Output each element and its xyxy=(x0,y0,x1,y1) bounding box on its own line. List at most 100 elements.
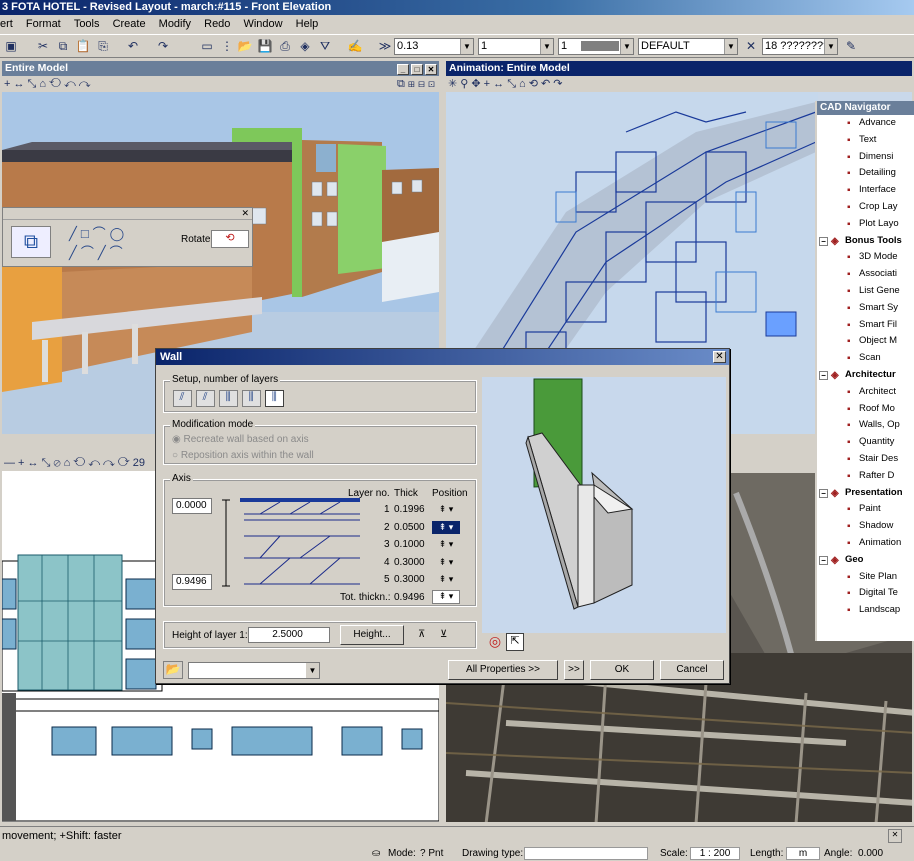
rotate-icon[interactable]: ⟲ xyxy=(211,230,249,248)
navigator-item[interactable]: ▪ Advance xyxy=(817,115,914,132)
navigator-item[interactable]: ▪ Quantity xyxy=(817,434,914,451)
print-icon[interactable]: ⎙ xyxy=(276,38,294,55)
paint-bucket-icon[interactable]: ⛛ xyxy=(316,38,334,55)
layer-thickness[interactable]: 0.1996 xyxy=(394,504,425,515)
target-icon[interactable]: ◎ xyxy=(486,633,504,651)
maximize-icon[interactable]: □ xyxy=(411,63,423,75)
two-layers-icon[interactable]: ⫽ xyxy=(196,390,216,407)
open-icon[interactable]: 📂 xyxy=(236,38,254,55)
grid-icon[interactable]: ▣ xyxy=(2,38,20,55)
height-field[interactable]: 2.5000 xyxy=(248,627,330,643)
navigation-icons[interactable]: — + ↔ ⤡ ⊘ ⌂ ⟲ ↶ ↷ ⟳ xyxy=(4,457,130,469)
menu-item-redo[interactable]: Redo xyxy=(204,15,230,33)
pick-icon[interactable]: ✍ xyxy=(346,38,364,55)
navigation-icons[interactable]: ✳ ⚲ ✥ + ↔ ⤡ ⌂ ⟲ ↶ ↷ xyxy=(448,78,563,90)
menu-item-tools[interactable]: Tools xyxy=(74,15,100,33)
four-layers-icon[interactable]: ⫼ xyxy=(242,390,262,407)
navigator-item[interactable]: ▪ Roof Mo xyxy=(817,401,914,418)
layer-position-select[interactable]: ⇞ ▾ xyxy=(432,573,460,586)
menu-item-format[interactable]: Format xyxy=(26,15,61,33)
navigator-item[interactable]: ▪ Plot Layo xyxy=(817,216,914,233)
redo-icon[interactable]: ↷ xyxy=(154,38,172,55)
collapse-icon[interactable]: − xyxy=(819,555,828,565)
color-select[interactable]: 1 ▼ xyxy=(558,38,634,55)
layer-position-select[interactable]: ⇞ ▾ xyxy=(432,520,460,534)
menu-item-modify[interactable]: Modify xyxy=(159,15,191,33)
layer-thickness[interactable]: 0.3000 xyxy=(394,557,425,568)
close-icon[interactable]: ✕ xyxy=(425,63,437,75)
drawing-tools-icons[interactable]: ╱□⌒◯ ╱⌒╱⌒ xyxy=(69,224,153,264)
navigator-item[interactable]: ▪ Smart Fil xyxy=(817,317,914,334)
navigator-item[interactable]: ▪ Interface xyxy=(817,182,914,199)
close-icon[interactable]: ✕ xyxy=(241,208,249,219)
recreate-radio[interactable]: ◉ Recreate wall based on axis xyxy=(172,434,309,445)
navigator-item[interactable]: ▪ Smart Sy xyxy=(817,300,914,317)
undo-icon[interactable]: ↶ xyxy=(124,38,142,55)
layer-thickness[interactable]: 0.1000 xyxy=(394,539,425,550)
align-top-icon[interactable]: ⊼ xyxy=(418,629,425,640)
navigator-item[interactable]: ▪ Scan xyxy=(817,350,914,367)
layer-select[interactable]: DEFAULT ▼ xyxy=(638,38,738,55)
paste-icon[interactable]: 📋 xyxy=(74,38,92,55)
preset-select[interactable]: ▼ xyxy=(188,662,320,679)
align-bottom-icon[interactable]: ⊻ xyxy=(440,629,447,640)
navigator-item[interactable]: ▪ Architect xyxy=(817,384,914,401)
menu-item-insert[interactable]: ert xyxy=(0,15,13,33)
line-weight-select[interactable]: 0.13 ▼ xyxy=(394,38,474,55)
status-close-icon[interactable]: ✕ xyxy=(888,829,902,843)
navigator-item[interactable]: ▪ Dimensi xyxy=(817,149,914,166)
height-button[interactable]: Height... xyxy=(340,625,404,645)
navigator-item[interactable]: ▪ Text xyxy=(817,132,914,149)
pen-icon[interactable]: ✎ xyxy=(842,38,860,55)
font-select[interactable]: 18 ????????? ▼ xyxy=(762,38,838,55)
axis-top-field[interactable]: 0.0000 xyxy=(172,498,212,514)
navigator-item[interactable]: ▪ Object M xyxy=(817,333,914,350)
collapse-icon[interactable]: − xyxy=(819,488,828,498)
cut-icon[interactable]: ✂ xyxy=(34,38,52,55)
minimize-icon[interactable]: _ xyxy=(397,63,409,75)
menu-item-create[interactable]: Create xyxy=(113,15,146,33)
wall-tool-icon[interactable]: ⧉ xyxy=(11,226,51,258)
snap-icon[interactable]: ⋮ xyxy=(218,38,236,55)
one-layer-icon[interactable]: ⫽ xyxy=(173,390,192,407)
chevron-right-icon[interactable]: ≫ xyxy=(376,38,394,55)
navigator-item[interactable]: ▪ Stair Des xyxy=(817,451,914,468)
scale-value[interactable]: 1 : 200 xyxy=(690,847,740,860)
line-style-select[interactable]: 1 ▼ xyxy=(478,38,554,55)
navigator-item[interactable]: ▪ Digital Te xyxy=(817,585,914,602)
total-position-select[interactable]: ⇞ ▾ xyxy=(432,590,460,604)
navigator-item[interactable]: ▪ Walls, Op xyxy=(817,417,914,434)
cursor-icon[interactable]: ⇱ xyxy=(506,633,524,651)
three-layers-icon[interactable]: ⫼ xyxy=(219,390,239,407)
navigator-item[interactable]: ▪ Landscap xyxy=(817,602,914,619)
axis-bottom-field[interactable]: 0.9496 xyxy=(172,574,212,590)
save-icon[interactable]: 💾 xyxy=(256,38,274,55)
navigator-group[interactable]: − ◈ Bonus Tools xyxy=(817,233,914,250)
reposition-radio[interactable]: ○ Reposition axis within the wall xyxy=(172,450,314,461)
more-button[interactable]: >> xyxy=(564,660,584,680)
navigation-icons[interactable]: + ↔ ⤡ ⌂ ⟲ ↶ ↷ xyxy=(4,78,91,90)
five-layers-icon[interactable]: ⫼ xyxy=(265,390,285,407)
collapse-icon[interactable]: − xyxy=(819,236,828,246)
cancel-button[interactable]: Cancel xyxy=(660,660,724,680)
layer-position-select[interactable]: ⇞ ▾ xyxy=(432,538,460,551)
length-unit[interactable]: m xyxy=(786,847,820,860)
navigator-item[interactable]: ▪ Crop Lay xyxy=(817,199,914,216)
format-painter-icon[interactable]: ⎘ xyxy=(94,38,112,55)
render-icon[interactable]: ◈ xyxy=(296,38,314,55)
navigator-group[interactable]: − ◈ Geo xyxy=(817,552,914,569)
navigator-group[interactable]: − ◈ Presentation xyxy=(817,485,914,502)
navigator-group[interactable]: − ◈ Architectur xyxy=(817,367,914,384)
navigator-item[interactable]: ▪ Animation xyxy=(817,535,914,552)
collapse-icon[interactable]: − xyxy=(819,370,828,380)
layer-close-icon[interactable]: ✕ xyxy=(742,38,760,55)
navigator-item[interactable]: ▪ 3D Mode xyxy=(817,249,914,266)
navigator-item[interactable]: ▪ Site Plan xyxy=(817,569,914,586)
layer-thickness[interactable]: 0.3000 xyxy=(394,574,425,585)
measure-icon[interactable]: ▭ xyxy=(198,38,216,55)
menu-item-window[interactable]: Window xyxy=(243,15,282,33)
close-icon[interactable]: ✕ xyxy=(713,351,726,363)
navigator-item[interactable]: ▪ Associati xyxy=(817,266,914,283)
navigator-item[interactable]: ▪ Detailing xyxy=(817,165,914,182)
navigator-item[interactable]: ▪ Rafter D xyxy=(817,468,914,485)
